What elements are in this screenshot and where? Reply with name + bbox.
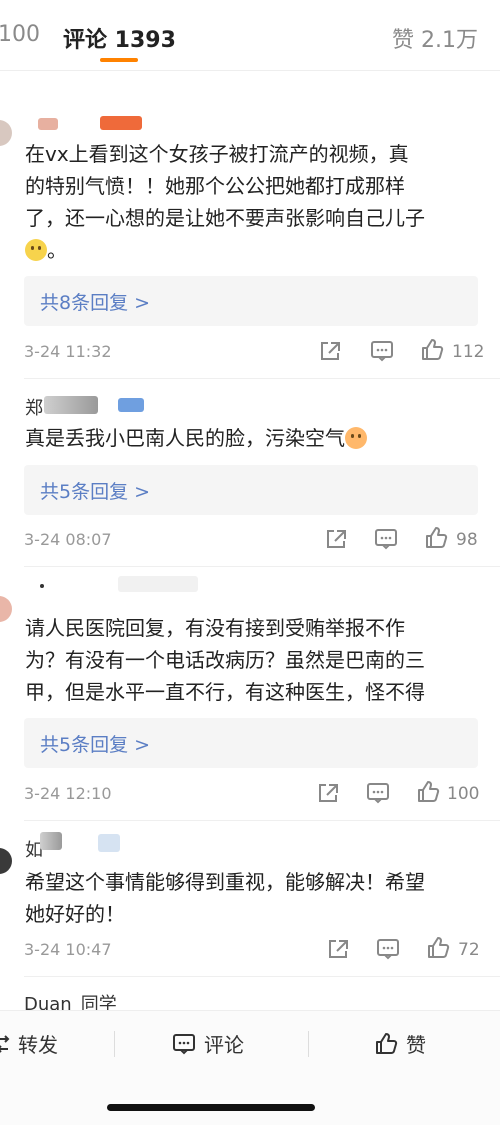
like-count: 100 — [447, 784, 480, 804]
home-indicator[interactable] — [107, 1104, 315, 1111]
comment-time: 3-24 12:10 — [24, 784, 112, 803]
username-partial[interactable]: 郑 — [25, 394, 43, 420]
repost-label: 转发 — [18, 1033, 58, 1057]
comment-time: 3-24 08:07 — [24, 530, 112, 549]
comment-time: 3-24 10:47 — [24, 940, 112, 959]
repost-icon — [0, 1034, 10, 1053]
tab-bar: 100 评论 1393 赞 2.1万 — [0, 0, 500, 71]
comment-button[interactable]: 评论 — [172, 1029, 244, 1058]
share-icon[interactable] — [318, 340, 342, 362]
like-icon[interactable] — [424, 526, 448, 550]
comment-label: 评论 — [204, 1033, 244, 1057]
replies-label: 共5条回复 > — [40, 734, 151, 756]
reply-icon[interactable] — [374, 528, 398, 550]
divider — [114, 1031, 115, 1057]
like-icon[interactable] — [420, 338, 444, 362]
like-count: 98 — [456, 530, 478, 550]
divider — [24, 566, 500, 567]
smile-emoji-icon — [25, 239, 47, 261]
username-redacted — [40, 832, 62, 850]
tab-repost[interactable]: 100 — [0, 22, 40, 47]
tab-comments[interactable]: 评论 1393 — [63, 22, 176, 54]
username-redacted — [40, 584, 44, 588]
like-button[interactable]: 赞 — [374, 1029, 426, 1058]
tab-likes[interactable]: 赞 2.1万 — [392, 22, 478, 54]
username-redacted — [38, 118, 58, 130]
reply-icon[interactable] — [376, 938, 400, 960]
avatar[interactable] — [0, 596, 12, 622]
share-icon[interactable] — [324, 528, 348, 550]
user-badge-redacted — [118, 576, 198, 592]
divider — [24, 378, 500, 379]
replies-label: 共5条回复 > — [40, 481, 151, 503]
replies-button[interactable]: 共5条回复 > — [24, 718, 478, 768]
comment-icon — [173, 1033, 195, 1054]
divider — [308, 1031, 309, 1057]
vomit-emoji-icon — [345, 427, 367, 449]
user-badge-redacted — [100, 116, 142, 130]
like-count: 72 — [458, 940, 480, 960]
replies-button[interactable]: 共8条回复 > — [24, 276, 478, 326]
reply-icon[interactable] — [370, 340, 394, 362]
divider — [24, 820, 500, 821]
like-icon[interactable] — [416, 780, 440, 804]
active-tab-indicator — [100, 58, 138, 62]
comment-5-username[interactable]: Duan_同学 — [24, 990, 117, 1010]
user-badge — [118, 398, 144, 412]
comment-text: 希望这个事情能够得到重视，能够解决！希望 她好好的！ — [25, 870, 425, 926]
avatar[interactable] — [0, 848, 12, 874]
avatar[interactable] — [0, 120, 12, 146]
username-redacted — [44, 396, 98, 414]
like-label: 赞 — [406, 1033, 426, 1057]
like-icon[interactable] — [426, 936, 450, 960]
replies-button[interactable]: 共5条回复 > — [24, 465, 478, 515]
reply-icon[interactable] — [366, 782, 390, 804]
thumbs-up-icon — [376, 1032, 398, 1054]
comment-text: 真是丢我小巴南人民的脸，污染空气 — [25, 422, 485, 454]
comment-text: 请人民医院回复，有没有接到受贿举报不作 为？有没有一个电话改病历？虽然是巴南的三… — [25, 616, 425, 704]
share-icon[interactable] — [326, 938, 350, 960]
divider — [24, 976, 500, 977]
share-icon[interactable] — [316, 782, 340, 804]
repost-button[interactable]: 转发 — [0, 1029, 58, 1058]
like-count: 112 — [452, 342, 485, 362]
comment-time: 3-24 11:32 — [24, 342, 112, 361]
user-badge-redacted — [98, 834, 120, 852]
comment-text: 在vx上看到这个女孩子被打流产的视频，真 的特别气愤！！她那个公公把她都打成那样… — [25, 142, 425, 262]
replies-label: 共8条回复 > — [40, 292, 151, 314]
